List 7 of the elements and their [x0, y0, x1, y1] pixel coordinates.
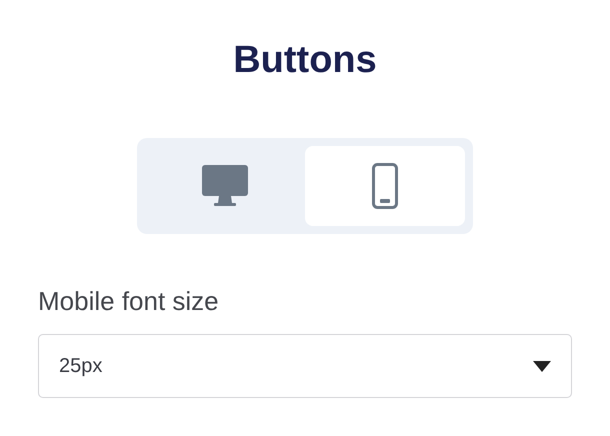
caret-icon: [533, 360, 551, 372]
field-label: Mobile font size: [38, 285, 220, 318]
smartphone-icon: [372, 163, 398, 209]
font-size-select[interactable]: 25px: [38, 334, 572, 398]
device-tab[interactable]: [305, 146, 465, 226]
monitor-icon: [202, 165, 248, 207]
panel-title: Buttons: [233, 38, 377, 83]
